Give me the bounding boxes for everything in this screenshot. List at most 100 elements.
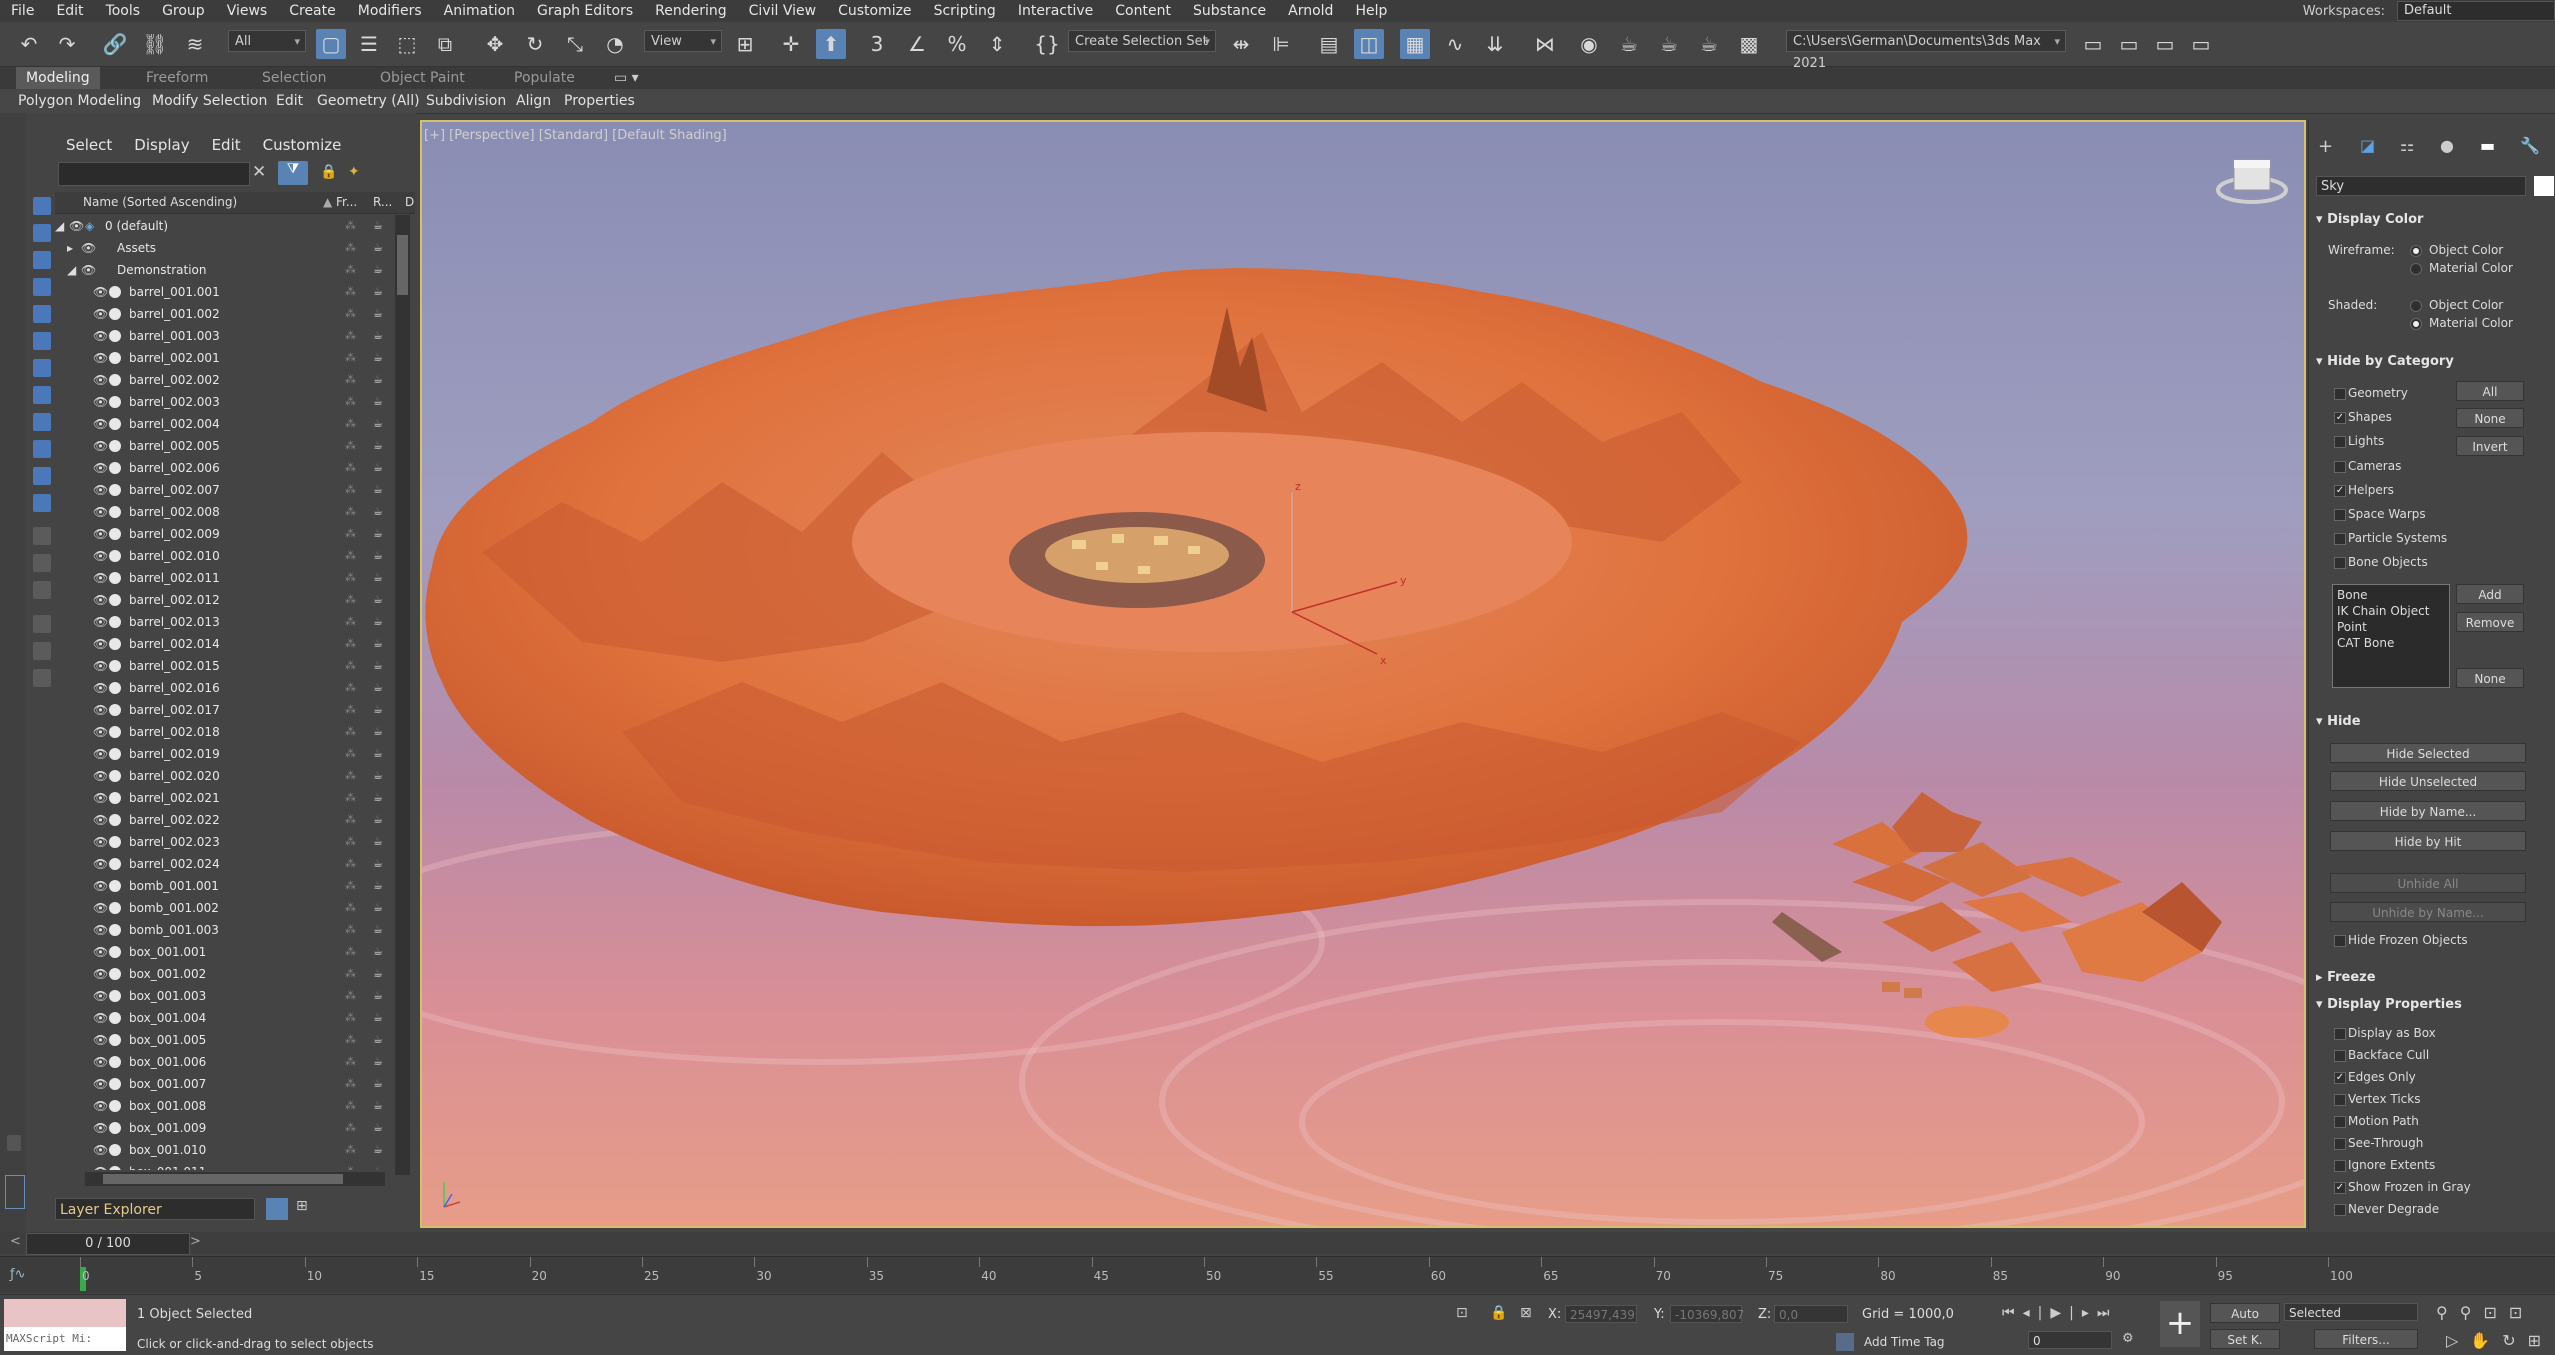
goto-start-icon[interactable]: ⏮ (2002, 1305, 2023, 1321)
reference-coordinate-dropdown[interactable]: View (644, 30, 722, 53)
visibility-eye-icon[interactable]: 👁 (93, 1099, 108, 1113)
scale-icon[interactable]: ⤡ (560, 29, 590, 59)
tree-object-row[interactable]: 👁 box_001.001 ⁂ ☕ (55, 941, 395, 963)
menu-customize[interactable]: Customize (827, 0, 923, 22)
renderable-toggle-icon[interactable]: ☕ (373, 655, 383, 677)
folder-icon[interactable] (33, 669, 51, 687)
object-color-swatch[interactable] (2534, 176, 2554, 196)
category-list-item[interactable]: IK Chain Object (2337, 603, 2445, 619)
prop-checkbox-never-degrade[interactable] (2334, 1204, 2346, 1216)
tree-layer-demonstration[interactable]: ◢ 👁 Demonstration ⁂ ☕ (55, 259, 395, 281)
display-groups-icon[interactable] (33, 359, 51, 377)
clear-search-icon[interactable]: ✕ (252, 162, 266, 182)
renderable-toggle-icon[interactable]: ☕ (373, 347, 383, 369)
prop-checkbox-motion-path[interactable] (2334, 1116, 2346, 1128)
menu-substance[interactable]: Substance (1182, 0, 1277, 22)
renderable-toggle-icon[interactable]: ☕ (373, 545, 383, 567)
z-coordinate-field[interactable]: 0,0 (1774, 1305, 1848, 1323)
render-in-cloud-icon[interactable]: ▩ (1734, 29, 1764, 59)
shaded-material-color-radio[interactable] (2410, 318, 2422, 330)
project-folder-icon[interactable]: ▭ (2186, 29, 2216, 59)
tree-object-row[interactable]: 👁 barrel_002.016 ⁂ ☕ (55, 677, 395, 699)
tree-object-row[interactable]: 👁 barrel_002.020 ⁂ ☕ (55, 765, 395, 787)
tree-object-row[interactable]: 👁 barrel_002.013 ⁂ ☕ (55, 611, 395, 633)
visibility-eye-icon[interactable]: 👁 (93, 901, 108, 915)
renderable-toggle-icon[interactable]: ☕ (373, 633, 383, 655)
renderable-toggle-icon[interactable]: ☕ (373, 699, 383, 721)
ribbon-polygon-modeling[interactable]: Polygon Modeling (18, 89, 141, 113)
display-containers-icon[interactable] (33, 440, 51, 458)
filter-icon[interactable] (33, 642, 51, 660)
ribbon-edit[interactable]: Edit (276, 89, 303, 113)
renderable-toggle-icon[interactable]: ☕ (373, 1029, 383, 1051)
freeze-toggle-icon[interactable]: ⁂ (345, 391, 356, 413)
shaded-object-color-radio[interactable] (2410, 300, 2422, 312)
menu-file[interactable]: File (0, 0, 45, 22)
freeze-toggle-icon[interactable]: ⁂ (345, 897, 356, 919)
visibility-eye-icon[interactable]: 👁 (81, 241, 96, 255)
renderable-toggle-icon[interactable]: ☕ (373, 501, 383, 523)
prop-checkbox-display-as-box[interactable] (2334, 1028, 2346, 1040)
freeze-toggle-icon[interactable]: ⁂ (345, 303, 356, 325)
schematic-view-icon[interactable]: ⋈ (1530, 29, 1560, 59)
visibility-eye-icon[interactable]: 👁 (93, 879, 108, 893)
visibility-eye-icon[interactable]: 👁 (93, 857, 108, 871)
time-config-icon[interactable]: ⚙ (2122, 1331, 2134, 1346)
hide-by-name-button[interactable]: Hide by Name... (2330, 801, 2526, 821)
display-geometry-icon[interactable] (33, 197, 51, 215)
category-checkbox-helpers[interactable]: ✓ (2334, 484, 2346, 497)
freeze-toggle-icon[interactable]: ⁂ (345, 655, 356, 677)
maxscript-mini-listener[interactable]: MAXScript Mi: (4, 1327, 126, 1351)
prev-frame-icon[interactable]: < (10, 1234, 21, 1249)
menu-edit[interactable]: Edit (45, 0, 94, 22)
tab-freeform[interactable]: Freeform (146, 67, 208, 89)
visibility-eye-icon[interactable]: 👁 (93, 549, 108, 563)
freeze-toggle-icon[interactable]: ⁂ (345, 523, 356, 545)
menu-views[interactable]: Views (216, 0, 279, 22)
project-folder-dropdown[interactable]: C:\Users\German\Documents\3ds Max 2021 (1786, 30, 2066, 71)
renderable-toggle-icon[interactable]: ☕ (373, 831, 383, 853)
workspaces-dropdown[interactable]: Default (2397, 1, 2555, 21)
link-icon[interactable]: 🔗 (100, 29, 130, 59)
freeze-toggle-icon[interactable]: ⁂ (345, 1007, 356, 1029)
freeze-toggle-icon[interactable]: ⁂ (345, 633, 356, 655)
renderable-toggle-icon[interactable]: ☕ (373, 215, 383, 237)
place-icon[interactable]: ◔ (600, 29, 630, 59)
display-frozen-icon[interactable] (33, 467, 51, 485)
visibility-eye-icon[interactable]: 👁 (93, 461, 108, 475)
freeze-toggle-icon[interactable]: ⁂ (345, 941, 356, 963)
set-key-button[interactable]: Set K. (2210, 1329, 2280, 1349)
rollout-hide-by-category[interactable]: ▾ Hide by Category (2316, 354, 2454, 369)
tree-object-row[interactable]: 👁 barrel_001.003 ⁂ ☕ (55, 325, 395, 347)
visibility-eye-icon[interactable]: 👁 (69, 219, 84, 233)
unlink-icon[interactable]: ⛓ (140, 29, 170, 59)
filter-toggle-icon[interactable]: ⧩ (278, 161, 308, 185)
tree-object-row[interactable]: 👁 box_001.008 ⁂ ☕ (55, 1095, 395, 1117)
visibility-eye-icon[interactable]: 👁 (93, 703, 108, 717)
mini-curve-editor-icon[interactable]: ƒ∿ (10, 1267, 25, 1282)
visibility-eye-icon[interactable]: 👁 (93, 681, 108, 695)
modify-tab-icon[interactable]: ◪ (2360, 136, 2375, 155)
display-cameras-icon[interactable] (33, 278, 51, 296)
freeze-toggle-icon[interactable]: ⁂ (345, 1051, 356, 1073)
renderable-toggle-icon[interactable]: ☕ (373, 853, 383, 875)
freeze-toggle-icon[interactable]: ⁂ (345, 831, 356, 853)
hierarchy-tab-icon[interactable]: ⚏ (2400, 136, 2414, 155)
tree-object-row[interactable]: 👁 bomb_001.003 ⁂ ☕ (55, 919, 395, 941)
freeze-toggle-icon[interactable]: ⁂ (345, 1073, 356, 1095)
hide-frozen-checkbox[interactable] (2334, 935, 2346, 947)
freeze-toggle-icon[interactable]: ⁂ (345, 215, 356, 237)
orbit-icon[interactable]: ↻ (2502, 1331, 2527, 1350)
tree-object-row[interactable]: 👁 barrel_002.009 ⁂ ☕ (55, 523, 395, 545)
wireframe-material-color-radio[interactable] (2410, 263, 2422, 275)
prop-checkbox-vertex-ticks[interactable] (2334, 1094, 2346, 1106)
renderable-toggle-icon[interactable]: ☕ (373, 237, 383, 259)
maxscript-listener-pink[interactable] (4, 1299, 126, 1327)
tree-object-row[interactable]: 👁 barrel_002.015 ⁂ ☕ (55, 655, 395, 677)
tab-populate[interactable]: Populate (514, 67, 575, 89)
freeze-toggle-icon[interactable]: ⁂ (345, 237, 356, 259)
menu-create[interactable]: Create (278, 0, 347, 22)
tree-object-row[interactable]: 👁 barrel_002.023 ⁂ ☕ (55, 831, 395, 853)
tab-modeling[interactable]: Modeling (16, 67, 100, 89)
visibility-eye-icon[interactable]: 👁 (93, 1143, 108, 1157)
